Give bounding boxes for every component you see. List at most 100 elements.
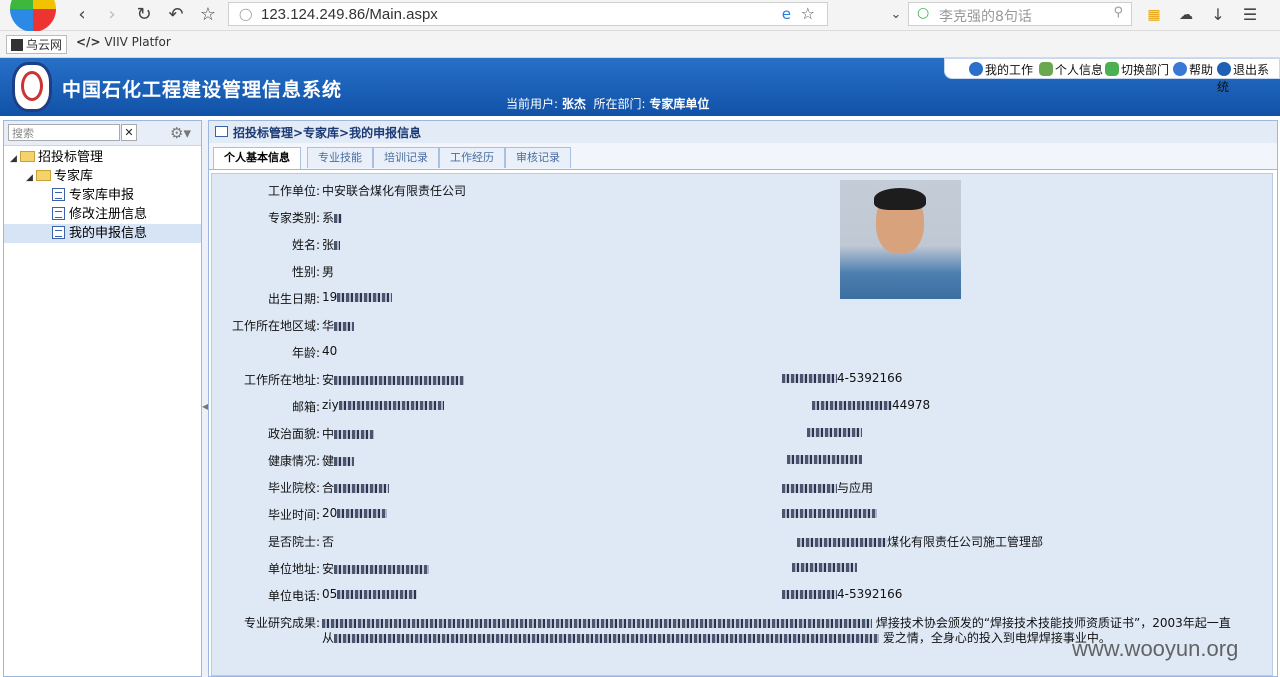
field-label: 政治面貌: <box>267 427 320 441</box>
sidebar: 搜索 ✕ ⚙▾ ◢ 招投标管理 ◢ 专家库 专家库申报 修改注册信息 我的申报信息 <box>3 120 202 677</box>
browser-search-box[interactable]: ○ 李克强的8句话 ⚲ <box>908 2 1132 26</box>
field-value: 否 <box>322 535 335 549</box>
current-dept: 专家库单位 <box>649 97 710 111</box>
field-label: 工作所在地址: <box>243 373 320 387</box>
app-title: 中国石化工程建设管理信息系统 <box>62 79 343 101</box>
forward-icon[interactable]: › <box>100 3 124 27</box>
right-field-value: 煤化有限责任公司施工管理部 <box>797 533 1043 550</box>
browser-search-input[interactable]: 李克强的8句话 <box>939 6 1032 26</box>
browser-logo-icon <box>10 0 56 32</box>
profile-photo <box>840 180 961 299</box>
tab-skills[interactable]: 专业技能 <box>307 147 373 168</box>
field-label: 年龄: <box>291 346 320 360</box>
code-icon: </> <box>76 35 101 49</box>
field-value: ziy <box>322 398 444 412</box>
tree-node-my-application[interactable]: 我的申报信息 <box>4 224 201 243</box>
user-icon <box>1039 62 1053 76</box>
tree-node-expert-lib[interactable]: ◢ 专家库 <box>26 167 93 186</box>
switch-dept-link[interactable]: 切换部门 <box>1105 61 1169 78</box>
detail-form: 工作单位: 中安联合煤化有限责任公司 专家类别: 系姓名: 张性别: 男出生日期: 19 工作… <box>211 173 1273 676</box>
field-value: 安 <box>322 560 430 577</box>
field-value: 华 <box>322 317 355 334</box>
tab-strip: 个人基本信息 专业技能 培训记录 工作经历 审核记录 <box>209 143 1277 170</box>
help-icon <box>1173 62 1187 76</box>
page-icon <box>52 207 65 220</box>
field-value: 05 <box>322 587 418 601</box>
tab-review[interactable]: 审核记录 <box>505 147 571 168</box>
right-field-value: 44978 <box>812 398 930 412</box>
field-label: 是否院士: <box>267 535 320 549</box>
field-label: 单位地址: <box>267 562 320 576</box>
field-label: 健康情况: <box>267 454 320 468</box>
sidebar-search-bar: 搜索 ✕ ⚙▾ <box>4 121 201 146</box>
tab-basic-info[interactable]: 个人基本信息 <box>213 147 301 169</box>
power-icon <box>1217 62 1231 76</box>
browser-toolbar: ‹ › ↻ ↶ ☆ ◯ 123.124.249.86/Main.aspx e ☆… <box>0 0 1280 32</box>
breadcrumb-bar: 招投标管理>专家库>我的申报信息 <box>209 121 1277 144</box>
page-icon <box>52 226 65 239</box>
right-field-value <box>807 425 862 439</box>
url-text: 123.124.249.86/Main.aspx <box>261 6 438 23</box>
expand-arrow-icon: ◢ <box>10 154 17 164</box>
tree-node-expert-apply[interactable]: 专家库申报 <box>52 186 134 205</box>
field-value: 系 <box>322 209 343 226</box>
field-value: 20 <box>322 506 388 520</box>
field-value: 19 <box>322 290 393 304</box>
expand-arrow-icon: ◢ <box>26 173 33 183</box>
favorite-star-icon[interactable]: ☆ <box>801 4 815 23</box>
chevron-down-icon[interactable]: ⌄ <box>884 3 908 27</box>
tree-node-bidding[interactable]: ◢ 招投标管理 <box>10 148 103 167</box>
undo-icon[interactable]: ↶ <box>164 3 188 27</box>
breadcrumb: 招投标管理>专家库>我的申报信息 <box>233 126 422 140</box>
gear-icon[interactable]: ⚙▾ <box>170 124 191 142</box>
close-icon[interactable]: ✕ <box>121 124 137 141</box>
logout-link[interactable]: 退出系统 <box>1217 61 1279 95</box>
bookmark-icon <box>11 39 23 51</box>
my-work-link[interactable]: 我的工作 <box>969 61 1033 78</box>
back-icon[interactable]: ‹ <box>70 3 94 27</box>
users-icon <box>1105 62 1119 76</box>
download-icon[interactable]: ↓ <box>1206 3 1230 27</box>
field-value: 健 <box>322 452 355 469</box>
address-bar[interactable]: ◯ 123.124.249.86/Main.aspx e ☆ <box>228 2 828 26</box>
field-label: 出生日期: <box>267 292 320 306</box>
top-links: 我的工作 个人信息 切换部门 帮助 退出系统 <box>944 58 1280 94</box>
tab-work-history[interactable]: 工作经历 <box>439 147 505 168</box>
tab-training[interactable]: 培训记录 <box>373 147 439 168</box>
field-label: 邮箱: <box>291 400 320 414</box>
star-icon[interactable]: ☆ <box>196 3 220 27</box>
ie-icon[interactable]: e <box>782 5 791 23</box>
field-label: 毕业院校: <box>267 481 320 495</box>
sinopec-logo <box>12 62 52 112</box>
folder-icon <box>36 170 51 181</box>
refresh-icon[interactable]: ↻ <box>132 3 156 27</box>
field-label: 工作所在地区域: <box>231 319 320 333</box>
right-field-value: 4-5392166 <box>782 371 902 385</box>
tree-node-edit-registration[interactable]: 修改注册信息 <box>52 205 147 224</box>
apps-grid-icon[interactable]: ▦ <box>1142 3 1166 27</box>
bookmark-viiv[interactable]: </> VIIV Platfor <box>76 35 171 49</box>
field-label: 专业研究成果: <box>243 616 320 630</box>
current-user: 张杰 <box>561 97 586 111</box>
app-header: 中国石化工程建设管理信息系统 我的工作 个人信息 切换部门 帮助 退出系统 当前… <box>0 58 1280 116</box>
personal-info-link[interactable]: 个人信息 <box>1039 61 1103 78</box>
menu-icon[interactable]: ☰ <box>1238 3 1262 27</box>
shield-icon: ◯ <box>239 7 253 21</box>
help-link[interactable]: 帮助 <box>1173 61 1213 78</box>
cloud-icon[interactable]: ☁ <box>1174 3 1198 27</box>
field-value: 安 <box>322 371 465 388</box>
right-field-value <box>787 452 862 466</box>
folder-icon <box>20 151 35 162</box>
bookmark-bar: 乌云网 </> VIIV Platfor <box>0 31 1280 58</box>
right-field-value <box>792 560 857 574</box>
main-panel: 招投标管理>专家库>我的申报信息 个人基本信息 专业技能 培训记录 工作经历 审… <box>208 120 1278 677</box>
right-field-value: 4-5392166 <box>782 587 902 601</box>
watermark-text: www.wooyun.org <box>1072 636 1239 661</box>
page-icon <box>52 188 65 201</box>
bookmark-wooyun[interactable]: 乌云网 <box>6 35 68 54</box>
right-field-value <box>782 506 877 520</box>
sidebar-search-input[interactable]: 搜索 <box>8 124 120 141</box>
field-value: 男 <box>322 265 335 279</box>
field-label: 专家类别: <box>267 211 320 225</box>
search-icon[interactable]: ⚲ <box>1113 5 1123 20</box>
